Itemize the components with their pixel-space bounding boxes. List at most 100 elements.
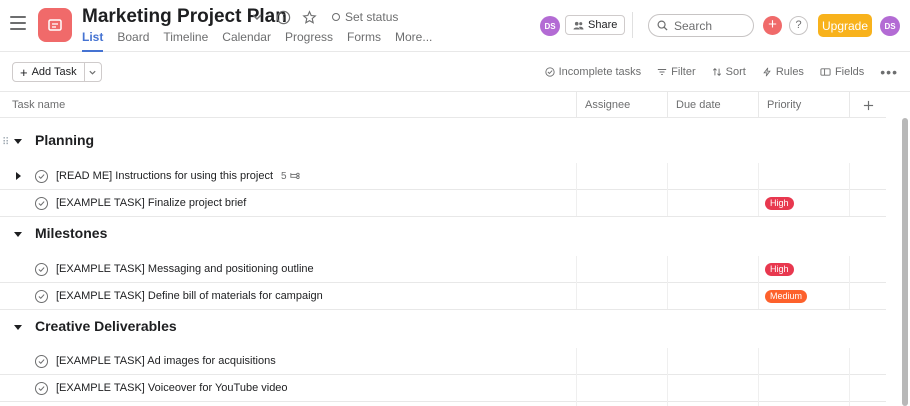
project-header: Marketing Project Plan Set status List B…: [0, 0, 910, 52]
complete-checkbox[interactable]: [35, 170, 48, 183]
fields-label: Fields: [834, 66, 865, 78]
filter-label: Filter: [671, 66, 696, 78]
filter-icon: [658, 69, 667, 75]
fields-button[interactable]: Fields: [820, 66, 864, 78]
search-icon: [657, 20, 668, 31]
complete-checkbox[interactable]: [35, 263, 48, 276]
chevron-down-icon: [89, 70, 96, 75]
column-header-due-date[interactable]: Due date: [667, 92, 758, 118]
subtask-count-value: 5: [281, 171, 287, 182]
column-divider: [667, 256, 668, 309]
project-icon[interactable]: [38, 8, 72, 42]
people-icon: [573, 21, 584, 30]
column-divider: [667, 348, 668, 406]
check-circle-icon: [545, 67, 555, 77]
plus-icon: +: [20, 64, 28, 80]
complete-checkbox[interactable]: [35, 290, 48, 303]
section-milestones: Milestones: [0, 212, 886, 256]
tab-more[interactable]: More...: [395, 30, 432, 52]
task-name[interactable]: [EXAMPLE TASK] Messaging and positioning…: [56, 263, 314, 275]
incomplete-tasks-label: Incomplete tasks: [558, 66, 642, 78]
collapse-section-icon[interactable]: [14, 325, 22, 330]
priority-badge[interactable]: Medium: [765, 290, 808, 303]
help-button[interactable]: ?: [789, 16, 808, 35]
complete-checkbox[interactable]: [35, 197, 48, 210]
subtask-count[interactable]: 5: [281, 171, 300, 182]
share-button[interactable]: Share: [565, 15, 626, 35]
task-name[interactable]: [EXAMPLE TASK] Define bill of materials …: [56, 290, 323, 302]
collapse-section-icon[interactable]: [14, 232, 22, 237]
add-column-button[interactable]: [849, 92, 886, 118]
column-divider: [576, 163, 577, 216]
scrollbar-track[interactable]: [886, 52, 910, 406]
task-name[interactable]: [READ ME] Instructions for using this pr…: [56, 170, 273, 182]
set-status-button[interactable]: Set status: [332, 10, 398, 24]
column-divider: [758, 348, 759, 406]
column-divider: [576, 348, 577, 406]
incomplete-tasks-button[interactable]: Incomplete tasks: [545, 66, 642, 78]
sort-label: Sort: [725, 66, 746, 78]
tab-list[interactable]: List: [82, 30, 104, 52]
tab-forms[interactable]: Forms: [347, 30, 381, 52]
task-name[interactable]: [EXAMPLE TASK] Voiceover for YouTube vid…: [56, 382, 288, 394]
share-label: Share: [588, 19, 618, 31]
table-header: Task name Assignee Due date Priority: [0, 92, 886, 118]
upgrade-button[interactable]: Upgrade: [818, 14, 872, 37]
task-row[interactable]: [READ ME] Instructions for using this pr…: [0, 163, 886, 190]
add-task-button[interactable]: + Add Task: [13, 63, 85, 81]
search-box[interactable]: [648, 14, 754, 37]
column-divider: [849, 348, 850, 406]
search-input[interactable]: [674, 18, 742, 33]
expand-subtasks-icon[interactable]: [16, 172, 21, 180]
priority-badge[interactable]: High: [765, 197, 794, 210]
rules-button[interactable]: Rules: [762, 66, 804, 78]
task-row[interactable]: [EXAMPLE TASK] Ad images for acquisition…: [0, 348, 886, 375]
view-tabs: List Board Timeline Calendar Progress Fo…: [82, 30, 432, 52]
check-icon: [38, 386, 45, 391]
add-task-dropdown[interactable]: [85, 63, 101, 81]
quick-add-button[interactable]: +: [763, 16, 782, 35]
fields-icon: [820, 68, 831, 76]
section-creative-deliverables: Creative Deliverables: [0, 305, 886, 349]
complete-checkbox[interactable]: [35, 382, 48, 395]
priority-badge[interactable]: High: [765, 263, 794, 276]
column-header-assignee[interactable]: Assignee: [576, 92, 667, 118]
tab-timeline[interactable]: Timeline: [163, 30, 208, 52]
task-row[interactable]: [EXAMPLE TASK] Messaging and positioning…: [0, 256, 886, 283]
task-name[interactable]: [EXAMPLE TASK] Ad images for acquisition…: [56, 355, 276, 367]
task-name[interactable]: [EXAMPLE TASK] Finalize project brief: [56, 197, 246, 209]
tab-calendar[interactable]: Calendar: [222, 30, 271, 52]
star-icon[interactable]: [300, 8, 318, 26]
chevron-down-icon[interactable]: [248, 8, 266, 26]
user-avatar[interactable]: DS: [880, 16, 900, 36]
task-row[interactable]: [EXAMPLE TASK] Voiceover for YouTube vid…: [0, 375, 886, 402]
menu-icon[interactable]: [10, 16, 26, 30]
info-icon[interactable]: [274, 8, 292, 26]
set-status-label: Set status: [345, 10, 399, 24]
tab-progress[interactable]: Progress: [285, 30, 333, 52]
check-icon: [38, 294, 45, 299]
list-toolbar: + Add Task Incomplete tasks Filter Sort …: [0, 52, 910, 92]
sort-button[interactable]: Sort: [712, 66, 746, 78]
header-divider: [632, 12, 633, 38]
subtask-icon: [289, 172, 300, 179]
title-tools: Set status: [248, 8, 398, 26]
tab-board[interactable]: Board: [117, 30, 149, 52]
column-divider: [576, 256, 577, 309]
section-title[interactable]: Milestones: [35, 225, 107, 241]
section-title[interactable]: Creative Deliverables: [35, 318, 177, 334]
member-avatar[interactable]: DS: [540, 16, 560, 36]
column-header-priority[interactable]: Priority: [758, 92, 849, 118]
collapse-section-icon[interactable]: [14, 139, 22, 144]
check-icon: [38, 174, 45, 179]
column-header-task-name[interactable]: Task name: [0, 92, 576, 118]
lightning-icon: [763, 67, 771, 77]
scrollbar-thumb[interactable]: [902, 118, 908, 406]
add-task-label: Add Task: [31, 66, 77, 78]
complete-checkbox[interactable]: [35, 355, 48, 368]
drag-handle-icon[interactable]: ⠿: [2, 137, 9, 148]
filter-button[interactable]: Filter: [657, 66, 696, 78]
section-title[interactable]: Planning: [35, 132, 94, 148]
column-divider: [758, 256, 759, 309]
column-divider: [667, 163, 668, 216]
